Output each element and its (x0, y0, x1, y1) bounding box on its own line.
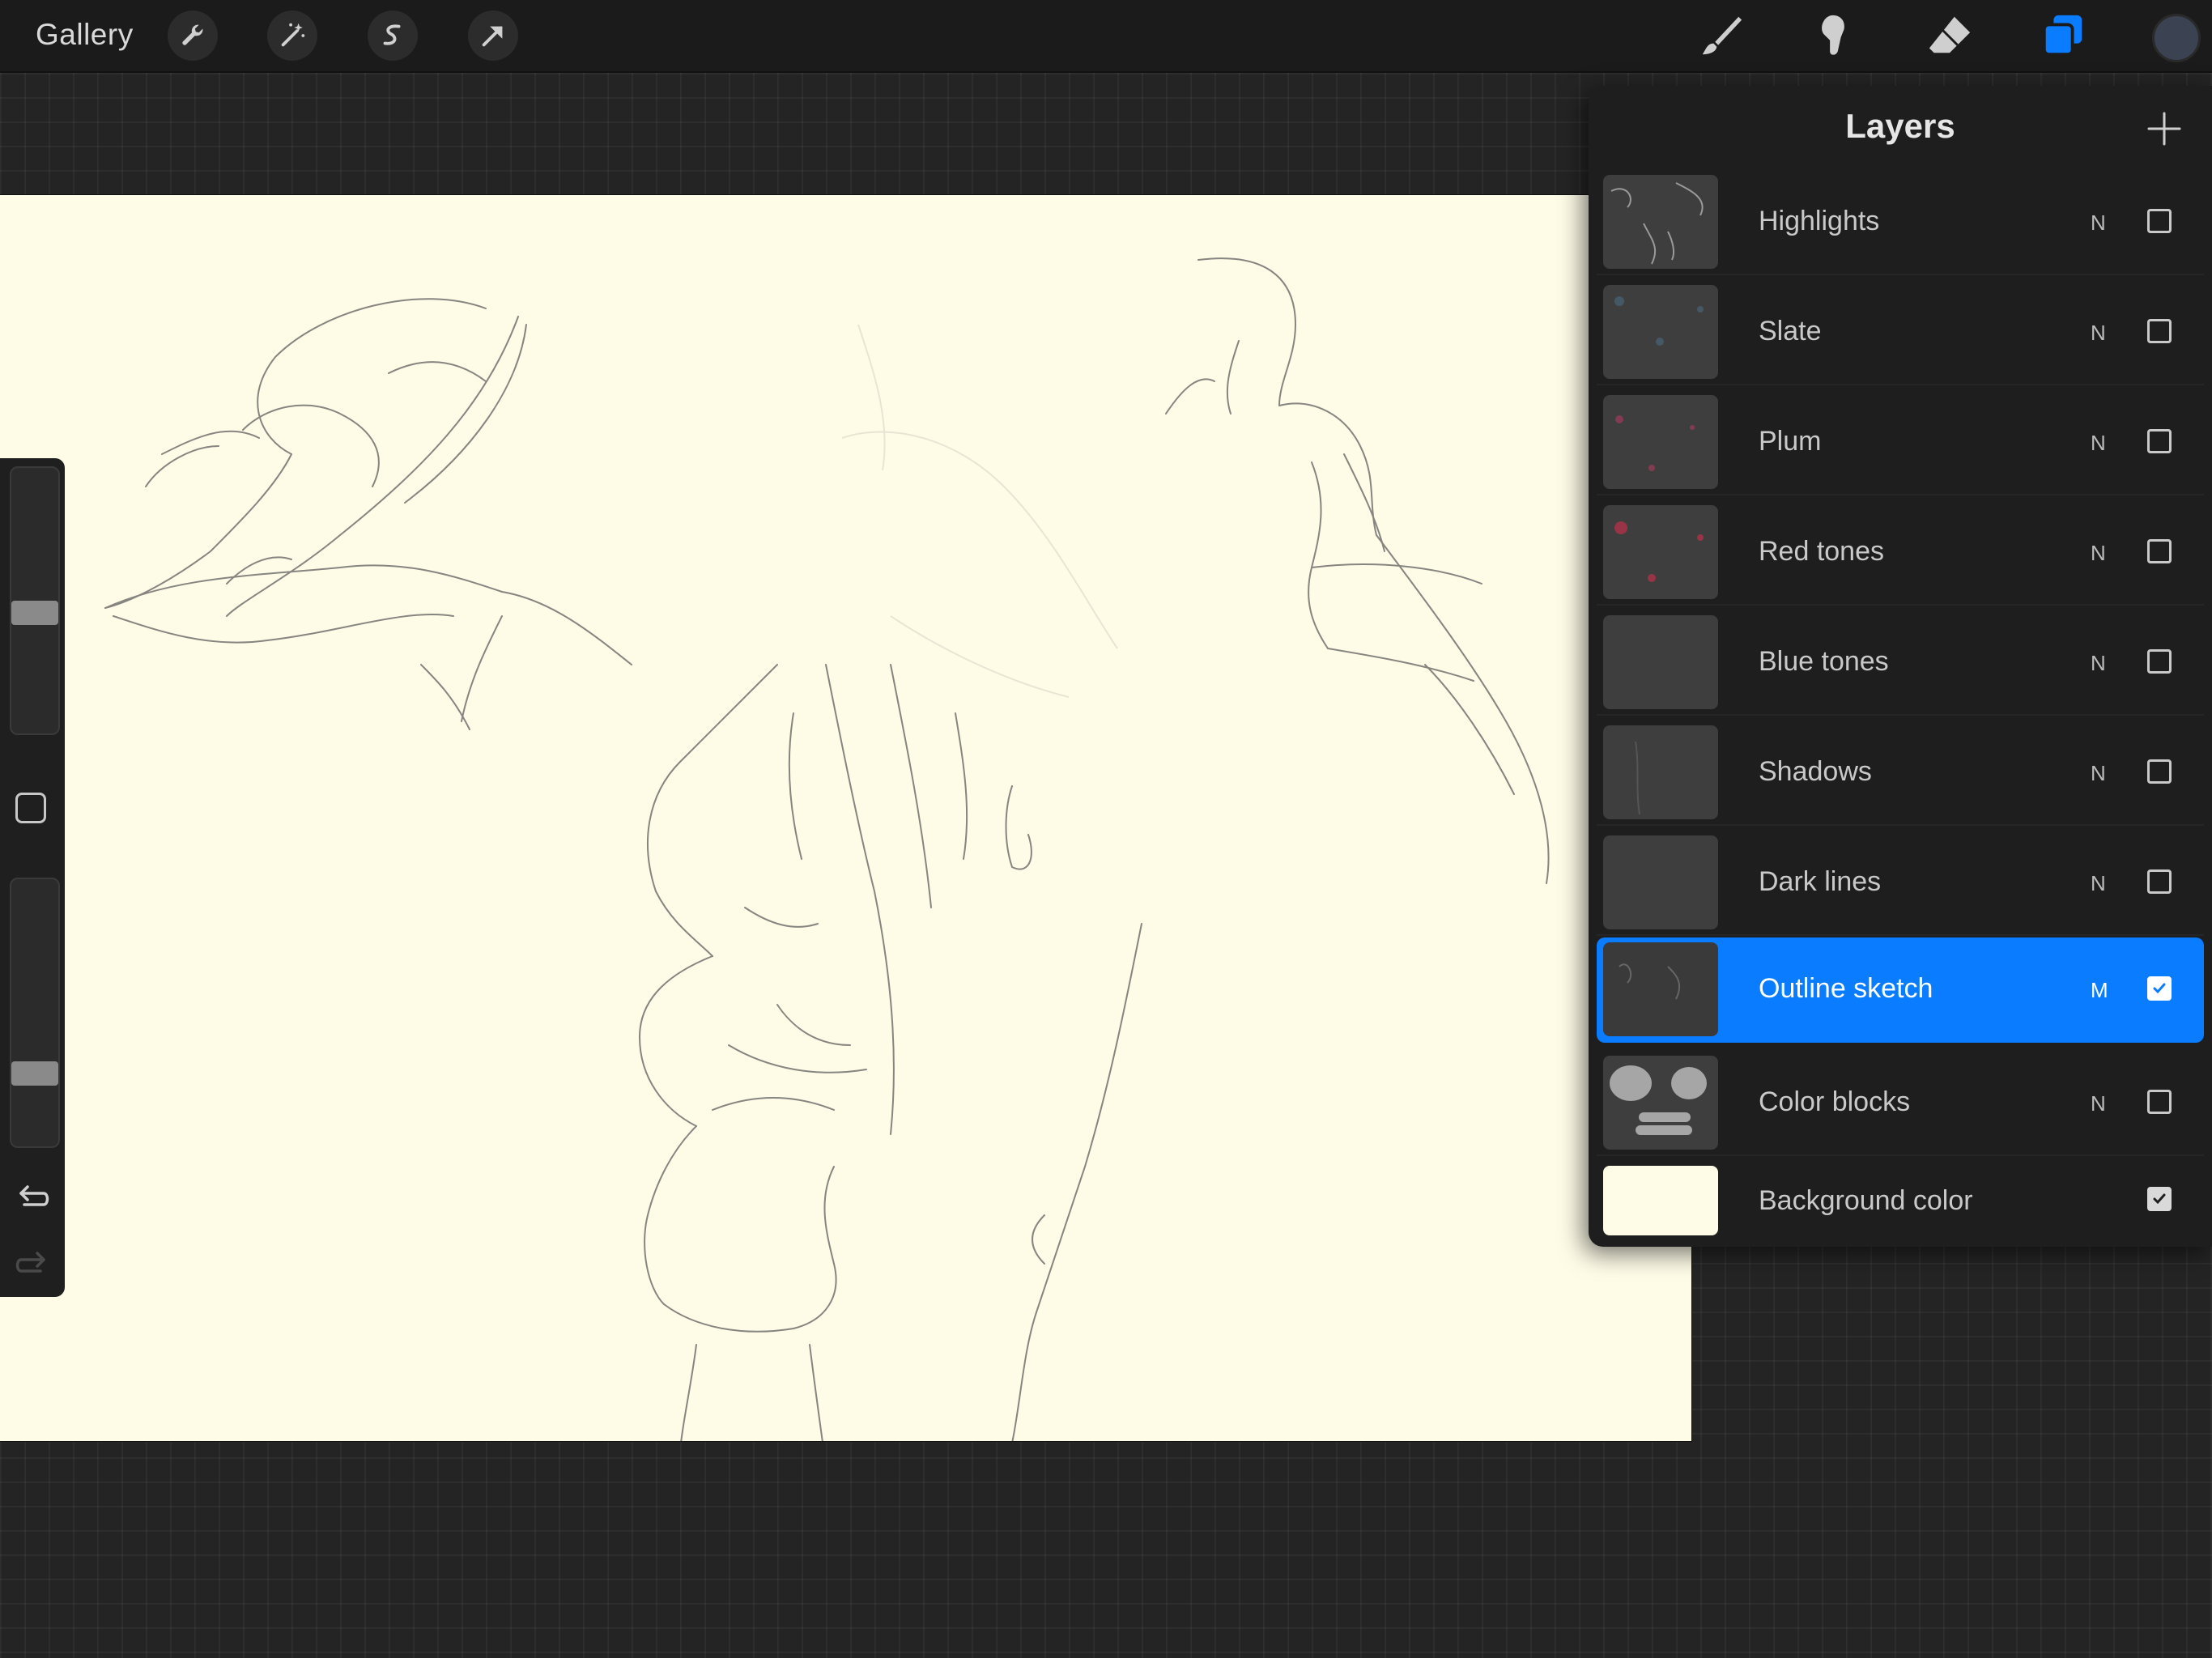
top-toolbar: Gallery (0, 0, 2212, 73)
current-color-swatch[interactable] (2152, 14, 2201, 62)
layer-visibility-checkbox[interactable] (2147, 869, 2172, 894)
left-sidebar (0, 458, 65, 1297)
layer-name: Slate (1759, 316, 1822, 346)
layer-name: Shadows (1759, 756, 1872, 787)
layer-row-color-blocks[interactable]: Color blocks N (1597, 1051, 2204, 1156)
layer-row-background-color[interactable]: Background color (1597, 1158, 2204, 1242)
layer-visibility-checkbox[interactable] (2147, 976, 2172, 1001)
layer-thumbnail (1603, 175, 1718, 269)
layer-visibility-checkbox[interactable] (2147, 429, 2172, 453)
blend-mode-button[interactable]: N (2091, 541, 2106, 566)
opacity-slider[interactable] (10, 878, 60, 1148)
layer-name: Plum (1759, 426, 1822, 457)
layer-visibility-checkbox[interactable] (2147, 209, 2172, 233)
blend-mode-button[interactable]: N (2091, 871, 2106, 896)
layer-row-slate[interactable]: Slate N (1597, 280, 2204, 385)
layer-visibility-checkbox[interactable] (2147, 539, 2172, 563)
magic-wand-icon[interactable] (267, 11, 317, 61)
layer-row-dark-lines[interactable]: Dark lines N (1597, 831, 2204, 936)
eraser-icon[interactable] (1924, 10, 1976, 62)
layer-thumbnail (1603, 835, 1718, 929)
layer-name: Highlights (1759, 206, 1880, 236)
layer-row-highlights[interactable]: Highlights N (1597, 170, 2204, 275)
layer-row-outline-sketch[interactable]: Outline sketch M (1597, 937, 2204, 1043)
redo-icon[interactable] (13, 1244, 52, 1282)
brush-size-knob[interactable] (11, 601, 58, 625)
blend-mode-button[interactable]: N (2091, 761, 2106, 786)
blend-mode-button[interactable]: N (2091, 1091, 2106, 1116)
layers-panel-title: Layers (1845, 107, 1955, 145)
layer-row-red-tones[interactable]: Red tones N (1597, 500, 2204, 606)
layer-visibility-checkbox[interactable] (2147, 1187, 2172, 1211)
blend-mode-button[interactable]: N (2091, 431, 2106, 456)
layers-panel: Layers Highlights N Slate N Plum N Red t… (1589, 86, 2212, 1247)
wrench-icon[interactable] (168, 11, 218, 61)
layer-row-plum[interactable]: Plum N (1597, 390, 2204, 495)
layer-name: Outline sketch (1759, 973, 1933, 1004)
layer-name: Blue tones (1759, 646, 1889, 677)
undo-icon[interactable] (13, 1177, 52, 1216)
opacity-knob[interactable] (11, 1061, 58, 1086)
layer-thumbnail (1603, 1056, 1718, 1150)
transform-arrow-icon[interactable] (468, 11, 518, 61)
layer-visibility-checkbox[interactable] (2147, 319, 2172, 343)
layer-visibility-checkbox[interactable] (2147, 759, 2172, 784)
layer-name: Red tones (1759, 536, 1884, 567)
layer-row-blue-tones[interactable]: Blue tones N (1597, 610, 2204, 716)
layer-name: Color blocks (1759, 1086, 1911, 1117)
blend-mode-button[interactable]: M (2091, 978, 2108, 1003)
pencil-sketch-drawing (104, 257, 1550, 1441)
layer-name: Dark lines (1759, 866, 1882, 897)
plus-icon[interactable] (2146, 110, 2183, 147)
smudge-icon[interactable] (1807, 10, 1859, 62)
layer-thumbnail (1603, 942, 1718, 1036)
layer-thumbnail (1603, 505, 1718, 599)
drawing-canvas[interactable] (0, 195, 1691, 1441)
gallery-button[interactable]: Gallery (36, 18, 134, 52)
brush-icon[interactable] (1695, 10, 1747, 62)
brush-size-slider[interactable] (10, 466, 60, 735)
layer-thumbnail (1603, 395, 1718, 489)
blend-mode-button[interactable]: N (2091, 651, 2106, 676)
blend-mode-button[interactable]: N (2091, 210, 2106, 236)
layers-icon[interactable] (2037, 10, 2089, 62)
layer-row-shadows[interactable]: Shadows N (1597, 721, 2204, 826)
layer-visibility-checkbox[interactable] (2147, 649, 2172, 674)
layer-visibility-checkbox[interactable] (2147, 1090, 2172, 1114)
layer-name: Background color (1759, 1185, 1973, 1216)
modifier-square-icon[interactable] (15, 793, 46, 823)
blend-mode-button[interactable]: N (2091, 321, 2106, 346)
layer-thumbnail (1603, 285, 1718, 379)
background-color-thumbnail (1603, 1166, 1718, 1235)
layer-thumbnail (1603, 615, 1718, 709)
layer-thumbnail (1603, 725, 1718, 819)
selection-s-icon[interactable] (368, 11, 418, 61)
